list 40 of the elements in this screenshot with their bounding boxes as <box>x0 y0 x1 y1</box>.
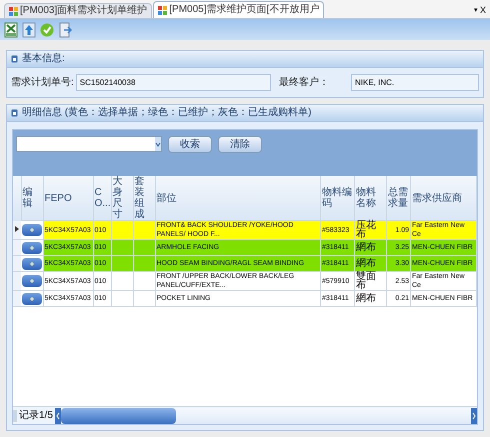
row-pointer-icon <box>15 226 19 232</box>
scroll-right-icon[interactable] <box>471 408 477 424</box>
exit-icon[interactable] <box>58 22 72 38</box>
record-count: 记录1/5 <box>19 409 53 423</box>
dropdown-icon <box>155 137 161 151</box>
edit-button[interactable] <box>22 275 42 287</box>
table-cell <box>133 290 155 306</box>
scroll-thumb[interactable] <box>60 408 176 424</box>
scroll-left-icon[interactable] <box>54 408 61 424</box>
plus-icon <box>30 262 34 266</box>
edit-button[interactable] <box>22 258 42 270</box>
upload-icon[interactable] <box>22 22 36 38</box>
field-label: 最终客户： <box>279 76 329 90</box>
plus-icon <box>30 246 34 250</box>
window-icon <box>9 6 18 16</box>
tab[interactable]: [PM003]面料需求计划单维护 <box>4 3 152 18</box>
horizontal-scrollbar[interactable] <box>54 408 477 424</box>
edit-button[interactable] <box>22 224 42 236</box>
field-label: 需求计划单号: <box>11 76 74 90</box>
plus-icon <box>30 279 34 283</box>
table-cell <box>111 290 133 306</box>
table-cell: 網布 <box>354 290 386 306</box>
edit-button[interactable] <box>22 292 42 304</box>
search-button[interactable]: 收索 <box>168 136 212 153</box>
search-dropdown[interactable] <box>16 136 162 152</box>
spreadsheet-icon[interactable] <box>4 22 18 38</box>
tab[interactable]: [PM005]需求维护页面[不开放用户 <box>153 1 324 18</box>
text-field[interactable]: SC1502140038 <box>76 74 271 91</box>
panel-title: 明细信息 (黄色：选择单据；绿色：已维护；灰色：已生成购料单) <box>22 108 312 118</box>
window-icon <box>158 6 168 14</box>
close-button[interactable]: X <box>480 6 486 15</box>
edit-button[interactable] <box>22 242 42 254</box>
panel-title: 基本信息: <box>22 54 65 64</box>
clear-button[interactable]: 清除 <box>218 136 262 153</box>
bullet-icon <box>11 109 18 117</box>
plus-icon <box>30 228 34 232</box>
bullet-icon <box>11 55 18 63</box>
check-icon[interactable] <box>40 22 54 38</box>
plus-icon <box>30 296 34 300</box>
text-field[interactable]: NIKE, INC. <box>351 74 479 91</box>
